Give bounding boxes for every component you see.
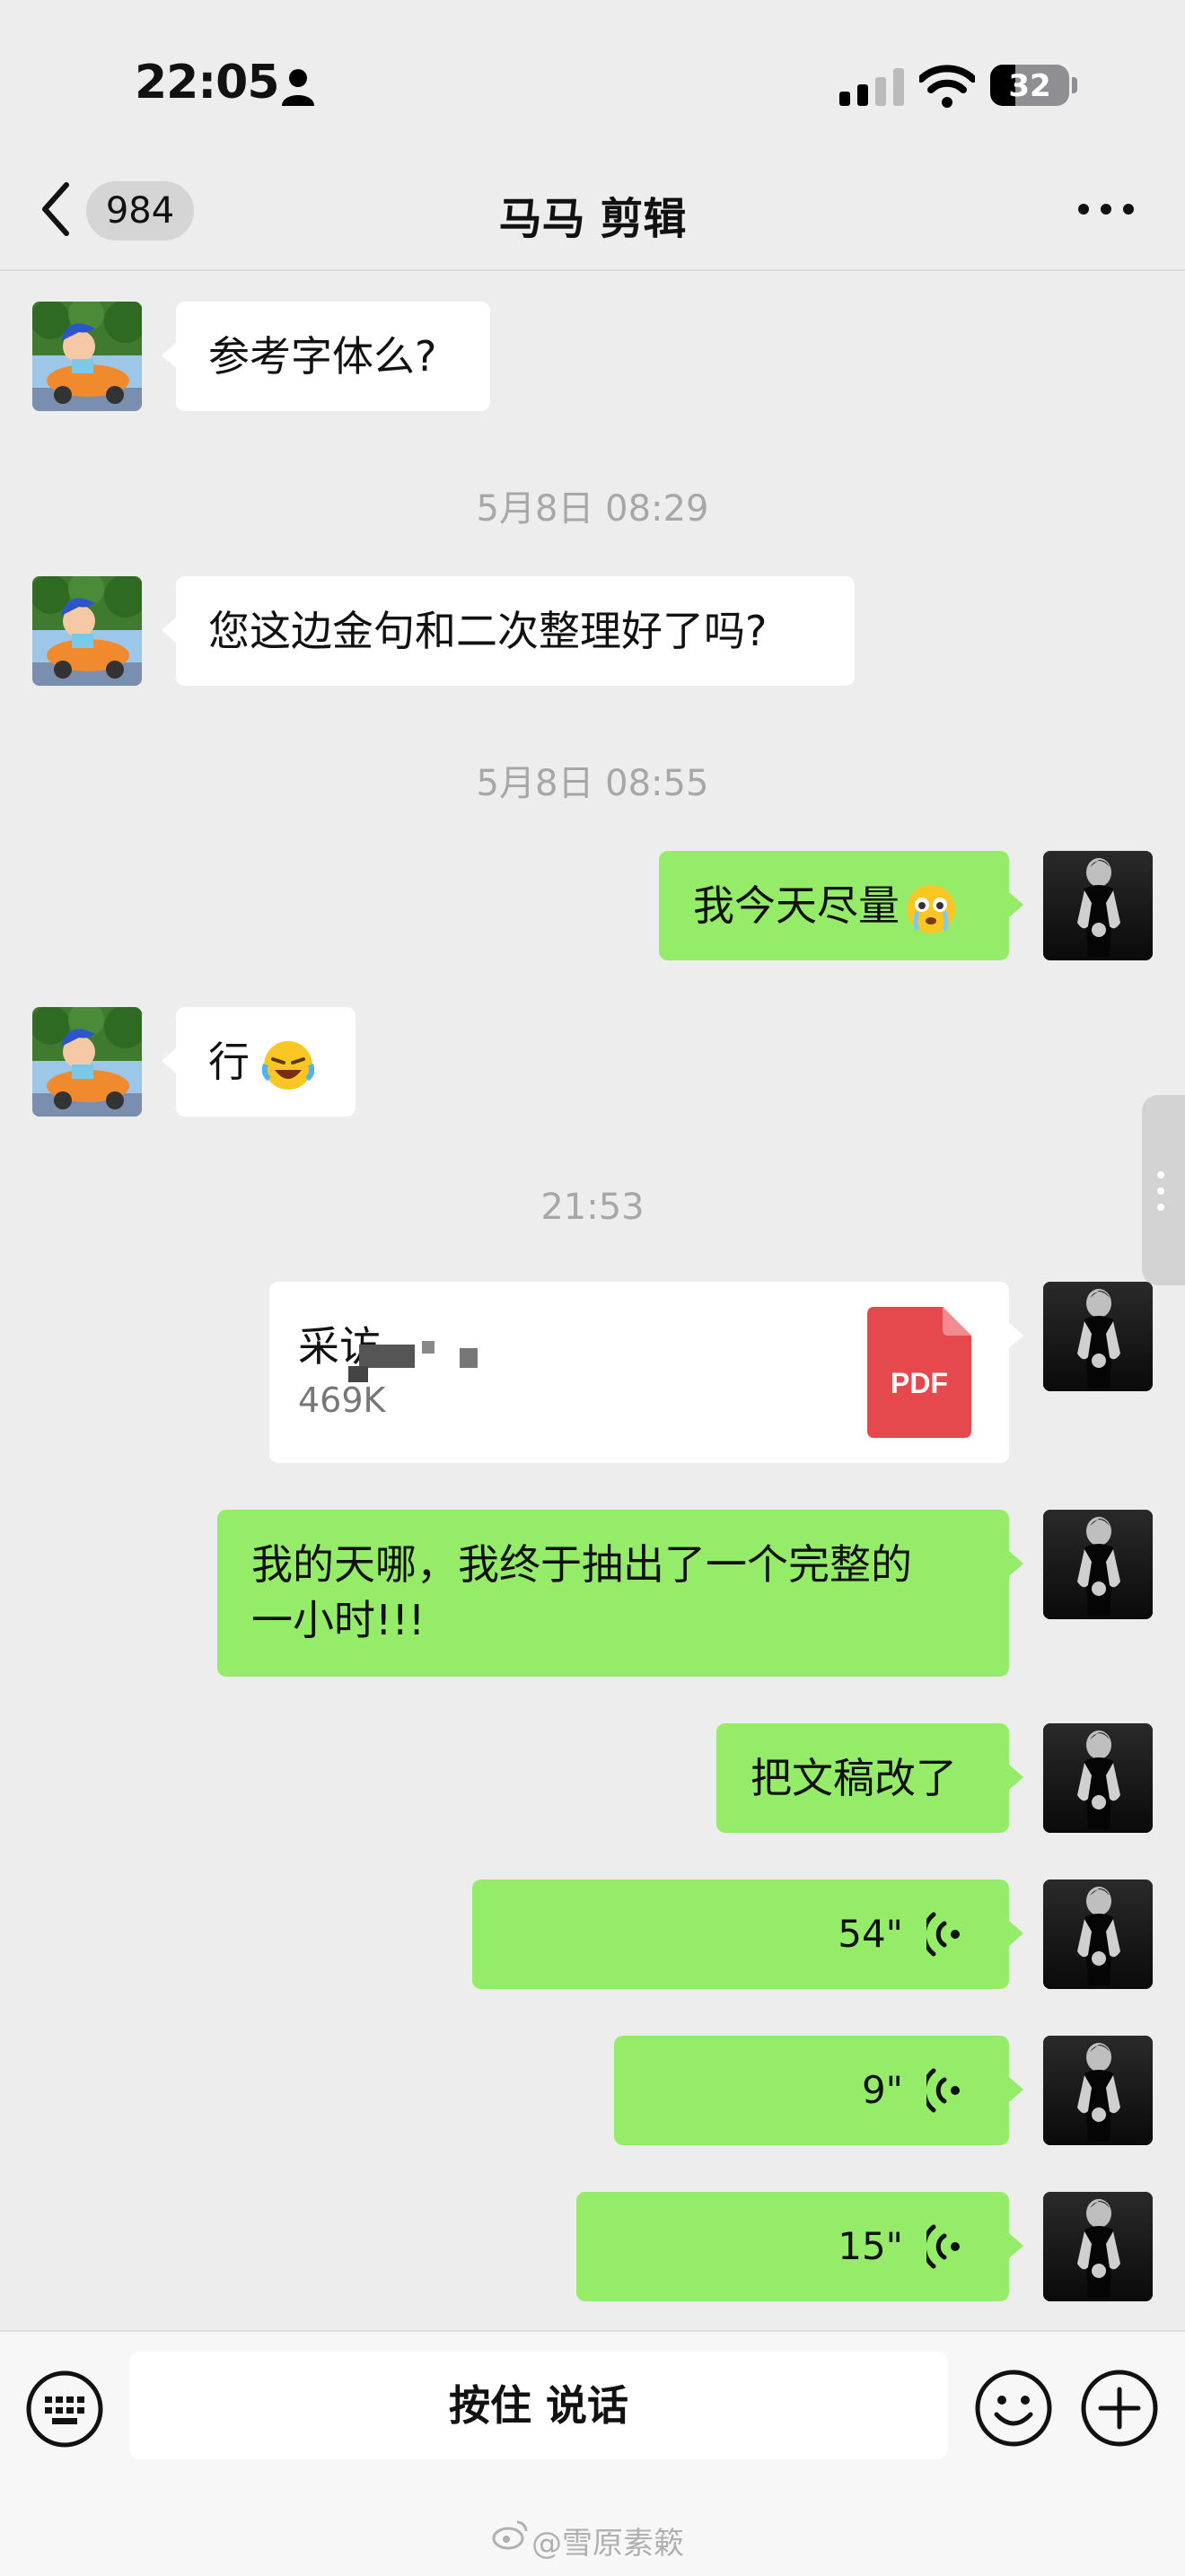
- bubble-tail: [162, 1048, 176, 1073]
- bubble-tail: [1009, 2233, 1023, 2258]
- message-text-line: 我的天哪，我终于抽出了一个完整的: [251, 1540, 912, 1589]
- message-text-line: 一小时!!!: [251, 1596, 426, 1644]
- wifi-icon: [919, 65, 975, 108]
- nav-divider: [0, 269, 1185, 271]
- message-bubble-outgoing[interactable]: 我今天尽量: [659, 851, 1009, 960]
- voice-duration: 15": [838, 2224, 903, 2268]
- voice-message-bubble[interactable]: 54": [472, 1879, 1009, 1989]
- file-size: 469K: [298, 1380, 386, 1420]
- status-time: 22:05: [135, 56, 280, 110]
- my-avatar[interactable]: [1043, 2036, 1153, 2145]
- message-timestamp: 5月8日 08:29: [476, 488, 709, 530]
- weibo-logo-icon: [492, 2520, 528, 2550]
- redaction-block: [460, 1348, 478, 1368]
- bubble-tail: [1009, 1323, 1023, 1348]
- battery-cap: [1072, 77, 1077, 93]
- contact-avatar[interactable]: [32, 302, 142, 411]
- voice-message-bubble[interactable]: 9": [614, 2036, 1009, 2145]
- cellular-signal-icon: [839, 68, 904, 106]
- chevron-left-icon[interactable]: [36, 180, 75, 239]
- my-avatar[interactable]: [1043, 2192, 1153, 2301]
- my-avatar[interactable]: [1043, 851, 1153, 960]
- my-avatar[interactable]: [1043, 1510, 1153, 1619]
- battery-indicator: 32: [990, 65, 1069, 106]
- message-timestamp: 21:53: [540, 1187, 645, 1228]
- unread-count-badge[interactable]: 984: [86, 181, 194, 241]
- redaction-block: [359, 1345, 415, 1368]
- bubble-tail: [1009, 892, 1023, 917]
- message-bubble-outgoing[interactable]: 把文稿改了: [716, 1723, 1009, 1833]
- keyboard-icon[interactable]: [25, 2370, 104, 2449]
- redaction-block: [422, 1341, 434, 1354]
- battery-percent: 32: [1008, 68, 1051, 104]
- message-bubble-incoming[interactable]: 您这边金句和二次整理好了吗?: [176, 576, 855, 686]
- crying-face-emoji-icon: [907, 884, 955, 933]
- voice-message-bubble[interactable]: 15": [576, 2192, 1009, 2301]
- message-bubble-incoming[interactable]: 行: [176, 1007, 356, 1117]
- file-message-card[interactable]: 采访 469K PDF: [269, 1282, 1009, 1463]
- hold-to-talk-button[interactable]: 按住 说话: [129, 2352, 948, 2459]
- message-bubble-outgoing[interactable]: 我的天哪，我终于抽出了一个完整的 一小时!!!: [217, 1510, 1009, 1677]
- voice-wave-icon: [926, 2066, 962, 2115]
- voice-wave-icon: [926, 1910, 962, 1958]
- message-text: 我今天尽量: [693, 881, 900, 930]
- person-icon: [282, 69, 314, 106]
- contact-avatar[interactable]: [32, 576, 142, 686]
- bubble-tail: [1009, 2077, 1023, 2102]
- pdf-file-icon: PDF: [867, 1307, 971, 1438]
- message-timestamp: 5月8日 08:55: [476, 763, 709, 804]
- voice-duration: 9": [861, 2068, 903, 2112]
- voice-wave-icon: [926, 2222, 962, 2271]
- watermark-text: @雪原素簌: [531, 2526, 684, 2562]
- contact-avatar[interactable]: [32, 1007, 142, 1117]
- my-avatar[interactable]: [1043, 1723, 1153, 1833]
- bubble-tail: [162, 343, 176, 368]
- message-bubble-incoming[interactable]: 参考字体么?: [176, 302, 490, 411]
- message-text: 行: [208, 1038, 250, 1086]
- voice-duration: 54": [838, 1912, 903, 1956]
- bubble-tail: [162, 618, 176, 643]
- pdf-label: PDF: [891, 1367, 948, 1399]
- ellipsis-icon[interactable]: [1077, 203, 1135, 215]
- bubble-tail: [1009, 1921, 1023, 1946]
- my-avatar[interactable]: [1043, 1282, 1153, 1391]
- laughing-tears-emoji-icon: [262, 1040, 314, 1090]
- bubble-tail: [1009, 1765, 1023, 1790]
- my-avatar[interactable]: [1043, 1879, 1153, 1989]
- chat-title: 马马 剪辑: [498, 194, 687, 244]
- vertical-dots-icon: [1157, 1171, 1164, 1211]
- bubble-tail: [1009, 1551, 1023, 1576]
- smiley-icon[interactable]: [973, 2368, 1054, 2449]
- plus-icon[interactable]: [1079, 2368, 1160, 2449]
